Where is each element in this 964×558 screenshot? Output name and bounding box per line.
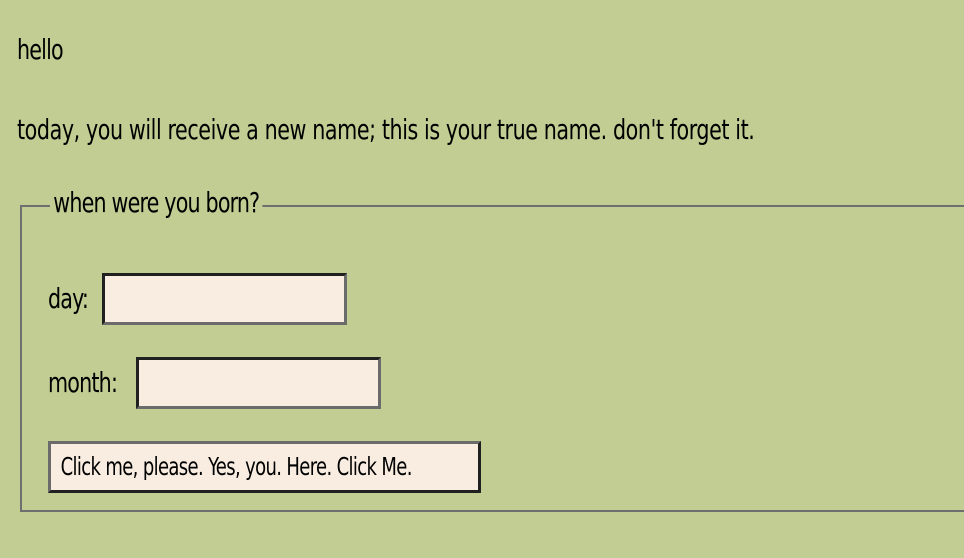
intro-text: today, you will receive a new name; this… [17, 113, 755, 146]
birth-date-legend: when were you born? [50, 183, 263, 223]
month-input[interactable] [136, 357, 381, 409]
day-input[interactable] [102, 273, 347, 325]
birth-date-fieldset: when were you born? day: month: Click me… [20, 183, 964, 512]
submit-button-label: Click me, please. Yes, you. Here. Click … [60, 452, 413, 481]
submit-button[interactable]: Click me, please. Yes, you. Here. Click … [48, 441, 481, 493]
greeting-text: hello [17, 33, 64, 66]
day-label: day: [48, 282, 89, 315]
month-label: month: [48, 366, 118, 399]
